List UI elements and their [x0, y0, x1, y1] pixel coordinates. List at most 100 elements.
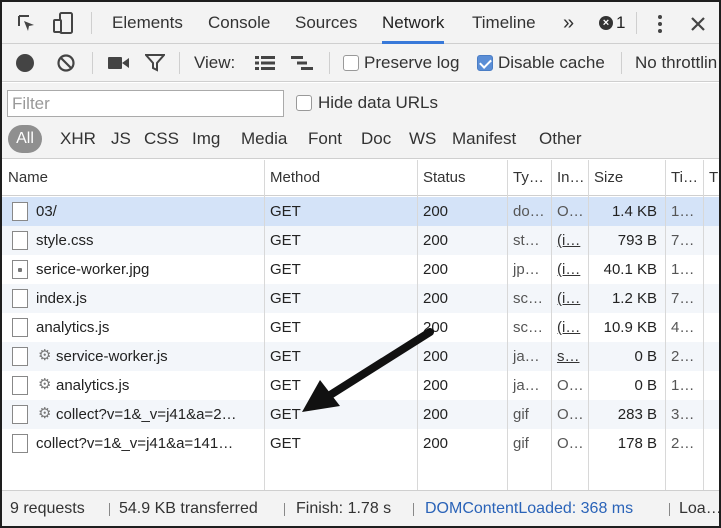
- status-divider: [284, 503, 285, 516]
- type-filter-media[interactable]: Media: [241, 125, 287, 153]
- table-row[interactable]: style.css GET 200 st… (i… 793 B 7…: [2, 226, 719, 255]
- column-header-type[interactable]: Ty…: [507, 160, 551, 196]
- column-header-size[interactable]: Size: [588, 160, 665, 196]
- device-mode-icon[interactable]: [52, 11, 76, 35]
- cell-size: 40.1 KB: [603, 261, 657, 278]
- cell-initiator[interactable]: (i…: [551, 255, 588, 284]
- column-divider[interactable]: [264, 160, 265, 490]
- toolbar-divider: [329, 52, 330, 74]
- column-divider[interactable]: [551, 160, 552, 490]
- column-header-time[interactable]: Ti…: [665, 160, 703, 196]
- cell-time: 1…: [671, 203, 695, 220]
- document-file-icon: [12, 231, 28, 250]
- type-filter-doc[interactable]: Doc: [361, 125, 391, 153]
- cell-initiator: O…: [557, 435, 584, 452]
- status-divider: [669, 503, 670, 516]
- cell-size: 1.4 KB: [611, 203, 657, 220]
- disable-cache-checkbox[interactable]: [477, 55, 493, 71]
- filter-input[interactable]: [7, 90, 284, 117]
- type-filter-manifest[interactable]: Manifest: [452, 125, 516, 153]
- cell-time: 2…: [671, 348, 695, 365]
- table-row[interactable]: collect?v=1&_v=j41&a=141… GET 200 gif O… 178 …: [2, 429, 719, 458]
- error-x-icon[interactable]: ×: [599, 16, 613, 30]
- table-row[interactable]: ⚙ service-worker.js GET 200 ja… s… 0 B 2…: [2, 342, 719, 371]
- type-filter-ws[interactable]: WS: [409, 125, 436, 153]
- kebab-menu-icon[interactable]: [656, 14, 664, 34]
- throttling-select[interactable]: No throttlin: [635, 44, 717, 82]
- type-filter-font[interactable]: Font: [308, 125, 342, 153]
- disable-cache-label[interactable]: Disable cache: [498, 44, 605, 82]
- cell-size: 10.9 KB: [603, 319, 657, 336]
- cell-initiator[interactable]: (i…: [551, 284, 588, 313]
- cell-status: 200: [423, 290, 449, 307]
- close-icon[interactable]: [690, 16, 706, 32]
- column-divider[interactable]: [507, 160, 508, 490]
- column-header-status[interactable]: Status: [417, 160, 507, 196]
- column-header-timeline[interactable]: T: [703, 160, 719, 196]
- cell-type: ja…: [513, 377, 540, 394]
- column-divider[interactable]: [665, 160, 666, 490]
- type-filter-css[interactable]: CSS: [144, 125, 179, 153]
- toolbar-divider: [179, 52, 180, 74]
- more-tabs-button[interactable]: »: [563, 2, 574, 44]
- column-divider[interactable]: [703, 160, 704, 490]
- cell-time: 3…: [671, 406, 695, 423]
- toolbar-divider: [621, 52, 622, 74]
- finish-time: Finish: 1.78 s: [296, 500, 392, 517]
- clear-icon[interactable]: [56, 53, 76, 73]
- cell-status: 200: [423, 203, 449, 220]
- tab-sources[interactable]: Sources: [295, 2, 357, 44]
- inspect-element-icon[interactable]: [16, 13, 38, 35]
- cell-initiator[interactable]: (i…: [551, 226, 588, 255]
- table-row[interactable]: ⚙ collect?v=1&_v=j41&a=2… GET 200 gif O… 283 B…: [2, 400, 719, 429]
- cell-size: 0 B: [634, 348, 657, 365]
- cell-time: 1…: [671, 261, 695, 278]
- network-status-bar: 9 requests 54.9 KB transferred Finish: 1…: [2, 490, 719, 526]
- tab-elements[interactable]: Elements: [112, 2, 183, 44]
- table-row[interactable]: ⚙ analytics.js GET 200 ja… O… 0 B 1…: [2, 371, 719, 400]
- network-toolbar: View: Preserve log Disable cache No thro…: [2, 44, 719, 82]
- type-filter-all[interactable]: All: [8, 125, 42, 153]
- cell-time: 7…: [671, 290, 695, 307]
- table-row[interactable]: 03/GET 200 do… O… 1.4 KB 1…: [2, 197, 719, 226]
- type-filter-img[interactable]: Img: [192, 125, 220, 153]
- tab-console[interactable]: Console: [208, 2, 270, 44]
- type-filter-other[interactable]: Other: [539, 125, 582, 153]
- preserve-log-label[interactable]: Preserve log: [364, 44, 459, 82]
- cell-initiator[interactable]: s…: [551, 342, 588, 371]
- overview-waterfall-icon[interactable]: [291, 55, 313, 71]
- cell-initiator: O…: [557, 377, 584, 394]
- table-row[interactable]: analytics.js GET 200 sc… (i… 10.9 KB 4…: [2, 313, 719, 342]
- tab-timeline[interactable]: Timeline: [472, 2, 536, 44]
- cell-name: index.js: [36, 290, 87, 307]
- cell-type: do…: [513, 203, 545, 220]
- cell-initiator[interactable]: (i…: [551, 313, 588, 342]
- cell-status: 200: [423, 406, 449, 423]
- tabbar-divider: [91, 12, 92, 34]
- table-row[interactable]: serice-worker.jpg GET 200 jp… (i… 40.1 KB 1…: [2, 255, 719, 284]
- document-file-icon: [12, 202, 28, 221]
- large-rows-icon[interactable]: [255, 55, 275, 71]
- column-header-name[interactable]: Name: [2, 160, 264, 196]
- error-count[interactable]: 1: [616, 2, 625, 44]
- column-header-initiator[interactable]: In…: [551, 160, 588, 196]
- record-icon[interactable]: [16, 54, 34, 72]
- column-header-method[interactable]: Method: [264, 160, 417, 196]
- filter-funnel-icon[interactable]: [143, 54, 167, 72]
- cell-name: style.css: [36, 232, 94, 249]
- type-filter-js[interactable]: JS: [111, 125, 131, 153]
- tab-network[interactable]: Network: [382, 2, 445, 44]
- column-divider[interactable]: [588, 160, 589, 490]
- column-divider[interactable]: [417, 160, 418, 490]
- cell-time: 4…: [671, 319, 695, 336]
- screenshot-camera-icon[interactable]: [108, 56, 130, 70]
- preserve-log-checkbox[interactable]: [343, 55, 359, 71]
- table-row[interactable]: index.js GET 200 sc… (i… 1.2 KB 7…: [2, 284, 719, 313]
- cell-time: 7…: [671, 232, 695, 249]
- hide-data-urls-label[interactable]: Hide data URLs: [318, 93, 438, 113]
- tabbar-divider: [636, 12, 637, 34]
- type-filter-xhr[interactable]: XHR: [60, 125, 96, 153]
- cell-size: 178 B: [617, 435, 657, 452]
- cell-type: gif: [513, 435, 529, 452]
- hide-data-urls-checkbox[interactable]: [296, 95, 312, 111]
